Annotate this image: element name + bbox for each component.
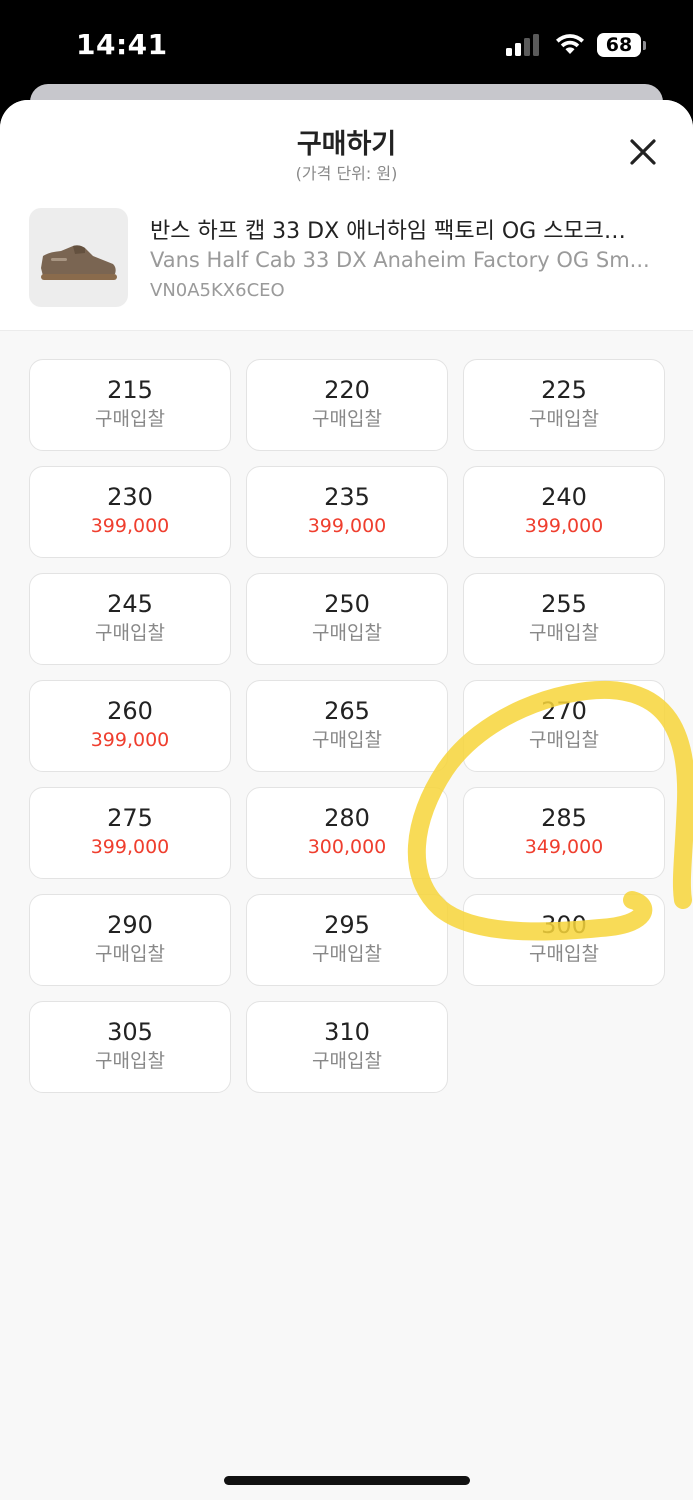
- battery-tip: [643, 41, 646, 50]
- size-bid-label: 구매입찰: [312, 622, 382, 644]
- size-bid-label: 구매입찰: [529, 408, 599, 430]
- size-label: 230: [107, 483, 153, 511]
- size-price: 399,000: [90, 836, 170, 858]
- size-option-295[interactable]: 295 구매입찰: [246, 894, 448, 986]
- product-model-code: VN0A5KX6CEO: [150, 280, 285, 301]
- size-option-220[interactable]: 220 구매입찰: [246, 359, 448, 451]
- product-name-korean: 반스 하프 캡 33 DX 애너하임 팩토리 OG 스모크…: [150, 219, 626, 244]
- size-bid-label: 구매입찰: [312, 729, 382, 751]
- size-price: 399,000: [307, 515, 387, 537]
- size-price: 399,000: [90, 729, 170, 751]
- size-label: 290: [107, 911, 153, 939]
- size-option-290[interactable]: 290 구매입찰: [29, 894, 231, 986]
- size-price: 399,000: [524, 515, 604, 537]
- size-option-245[interactable]: 245 구매입찰: [29, 573, 231, 665]
- size-option-310[interactable]: 310 구매입찰: [246, 1001, 448, 1093]
- size-option-305[interactable]: 305 구매입찰: [29, 1001, 231, 1093]
- price-unit-note: (가격 단위: 원): [295, 164, 398, 183]
- size-label: 225: [541, 376, 587, 404]
- size-label: 305: [107, 1018, 153, 1046]
- size-option-280[interactable]: 280 300,000: [246, 787, 448, 879]
- size-label: 275: [107, 804, 153, 832]
- size-option-235[interactable]: 235 399,000: [246, 466, 448, 558]
- size-label: 270: [541, 697, 587, 725]
- size-label: 265: [324, 697, 370, 725]
- size-grid: 215 구매입찰 220 구매입찰 225 구매입찰 230 399,000 235 399,00…: [29, 359, 665, 1093]
- size-bid-label: 구매입찰: [95, 1050, 165, 1072]
- close-icon[interactable]: [624, 133, 662, 171]
- size-label: 300: [541, 911, 587, 939]
- sheet-header: 구매하기 (가격 단위: 원) 반스 하프 캡 33 DX 애너하임 팩토리 O…: [0, 100, 693, 331]
- size-bid-label: 구매입찰: [312, 943, 382, 965]
- size-bid-label: 구매입찰: [312, 1050, 382, 1072]
- size-label: 295: [324, 911, 370, 939]
- wifi-icon: [556, 34, 584, 54]
- purchase-sheet: 구매하기 (가격 단위: 원) 반스 하프 캡 33 DX 애너하임 팩토리 O…: [0, 100, 693, 1500]
- size-option-250[interactable]: 250 구매입찰: [246, 573, 448, 665]
- size-bid-label: 구매입찰: [529, 622, 599, 644]
- size-label: 285: [541, 804, 587, 832]
- signal-icon: [506, 34, 539, 56]
- size-option-265[interactable]: 265 구매입찰: [246, 680, 448, 772]
- size-label: 235: [324, 483, 370, 511]
- product-image: [29, 208, 128, 307]
- size-bid-label: 구매입찰: [95, 622, 165, 644]
- size-option-285[interactable]: 285 349,000: [463, 787, 665, 879]
- size-bid-label: 구매입찰: [95, 408, 165, 430]
- battery-icon: 68: [597, 33, 641, 57]
- size-bid-label: 구매입찰: [529, 729, 599, 751]
- size-label: 220: [324, 376, 370, 404]
- shoe-image: [41, 245, 117, 280]
- size-bid-label: 구매입찰: [529, 943, 599, 965]
- size-label: 215: [107, 376, 153, 404]
- size-label: 245: [107, 590, 153, 618]
- size-label: 310: [324, 1018, 370, 1046]
- size-label: 250: [324, 590, 370, 618]
- home-indicator: [224, 1476, 470, 1485]
- size-option-230[interactable]: 230 399,000: [29, 466, 231, 558]
- size-label: 280: [324, 804, 370, 832]
- size-price: 349,000: [524, 836, 604, 858]
- size-option-270[interactable]: 270 구매입찰: [463, 680, 665, 772]
- size-option-225[interactable]: 225 구매입찰: [463, 359, 665, 451]
- size-option-255[interactable]: 255 구매입찰: [463, 573, 665, 665]
- size-bid-label: 구매입찰: [95, 943, 165, 965]
- size-price: 300,000: [307, 836, 387, 858]
- status-bar: 14:41 68: [0, 0, 693, 84]
- size-option-275[interactable]: 275 399,000: [29, 787, 231, 879]
- size-option-240[interactable]: 240 399,000: [463, 466, 665, 558]
- size-option-260[interactable]: 260 399,000: [29, 680, 231, 772]
- size-bid-label: 구매입찰: [312, 408, 382, 430]
- size-option-300[interactable]: 300 구매입찰: [463, 894, 665, 986]
- size-price: 399,000: [90, 515, 170, 537]
- size-label: 260: [107, 697, 153, 725]
- size-label: 255: [541, 590, 587, 618]
- sheet-title: 구매하기: [296, 129, 397, 160]
- size-label: 240: [541, 483, 587, 511]
- size-option-215[interactable]: 215 구매입찰: [29, 359, 231, 451]
- status-time: 14:41: [76, 28, 168, 61]
- product-name-english: Vans Half Cab 33 DX Anaheim Factory OG S…: [150, 248, 650, 272]
